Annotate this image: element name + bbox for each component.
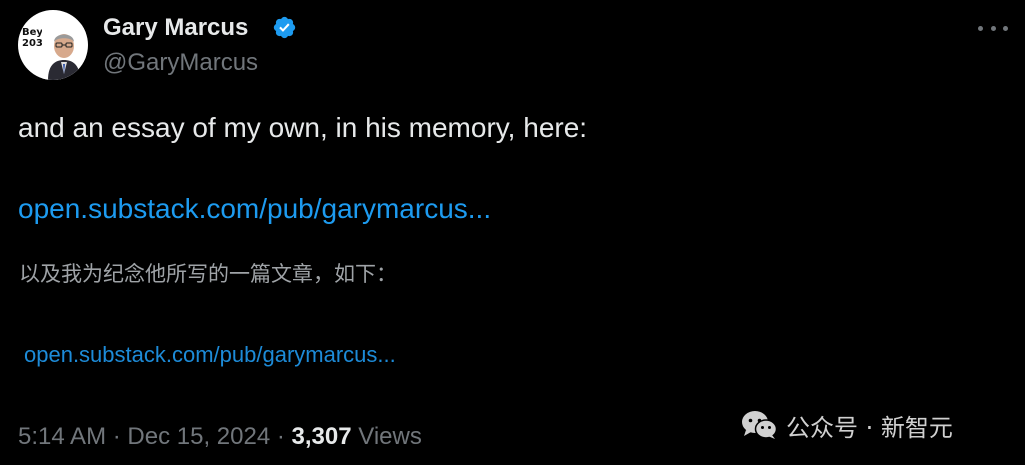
watermark: 公众号 · 新智元 [740, 408, 953, 442]
translation-text: 以及我为纪念他所写的一篇文章，如下： [19, 262, 397, 286]
avatar[interactable]: Beyond 2030 [18, 10, 88, 80]
verified-badge-icon [273, 16, 296, 39]
tweet-date[interactable]: Dec 15, 2024 [127, 423, 270, 450]
views-label: Views [358, 423, 422, 450]
translation-link[interactable]: open.substack.com/pub/garymarcus... [24, 342, 396, 368]
avatar-photo [42, 24, 86, 80]
author-display-name[interactable]: Gary Marcus [103, 14, 248, 42]
tweet-meta: 5:14 AM · Dec 15, 2024 · 3,307 Views [18, 423, 422, 451]
wechat-icon [742, 411, 778, 439]
tweet-time[interactable]: 5:14 AM [18, 423, 106, 450]
tweet-link[interactable]: open.substack.com/pub/garymarcus... [18, 193, 491, 225]
more-options-icon[interactable] [978, 18, 1008, 38]
watermark-text: 公众号 · 新智元 [786, 413, 953, 442]
tweet-text: and an essay of my own, in his memory, h… [18, 112, 588, 143]
views-count[interactable]: 3,307 [292, 423, 352, 450]
meta-separator: · [276, 423, 285, 450]
author-handle[interactable]: @GaryMarcus [103, 49, 258, 77]
meta-separator: · [112, 423, 121, 450]
